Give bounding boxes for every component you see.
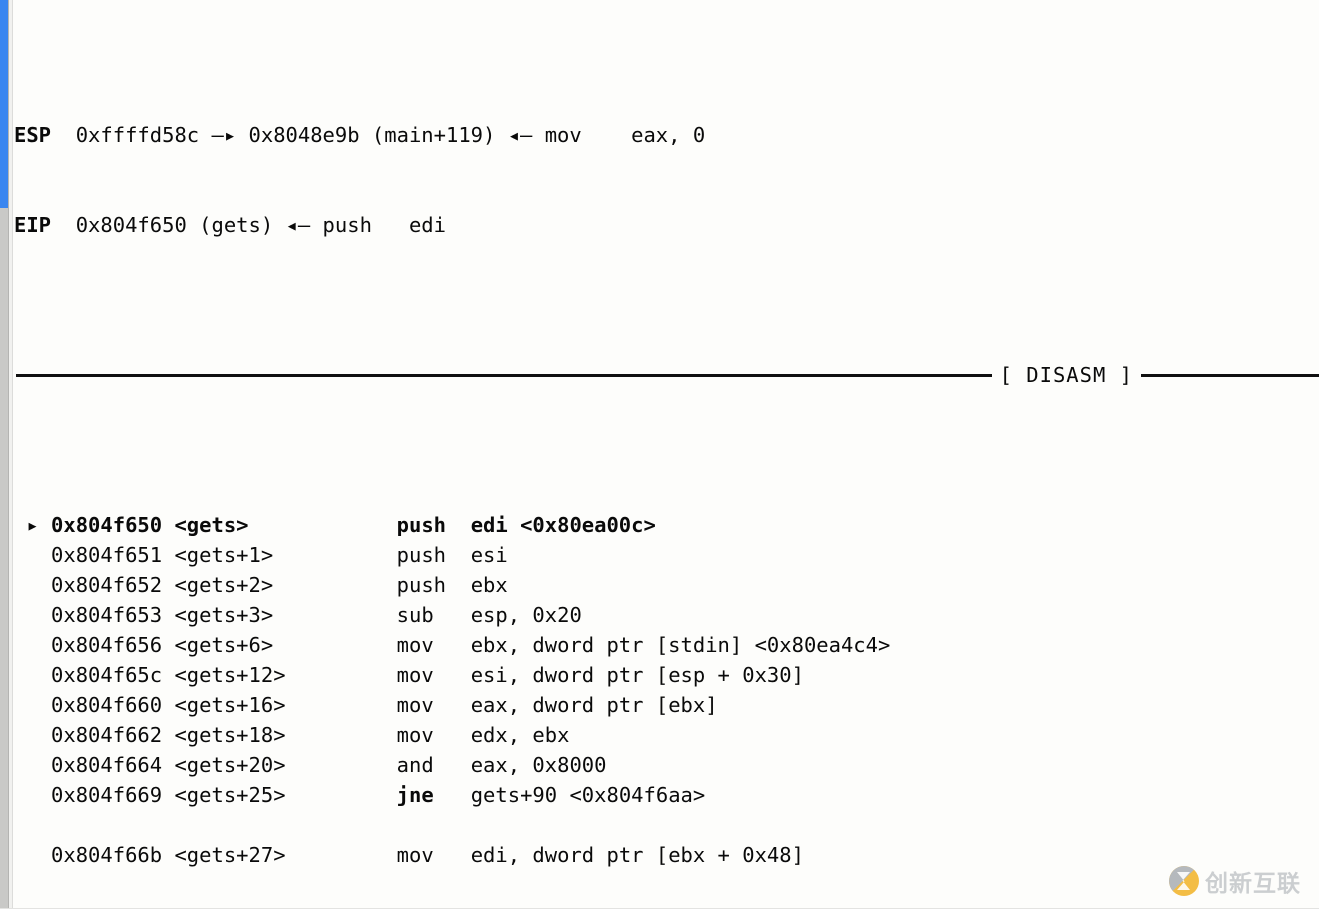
instruction-marker-spacer <box>26 663 38 687</box>
terminal-window: ESP 0xffffd58c —▸ 0x8048e9b (main+119) ◂… <box>0 0 1319 914</box>
instruction-address: 0x804f652 <box>51 573 163 597</box>
instruction-operands: esi, dword ptr [esp + 0x30] <box>470 663 804 687</box>
instruction-symbol: <gets+2> <box>174 573 274 597</box>
instruction-address: 0x804f65c <box>51 663 163 687</box>
instruction-operands: edi <0x80ea00c> <box>470 513 656 537</box>
instruction-symbol: <gets+25> <box>174 783 286 807</box>
instruction-operands: eax, 0x8000 <box>470 753 607 777</box>
instruction-marker-spacer <box>26 693 38 717</box>
instruction-mnemonic: push <box>396 543 447 567</box>
instruction-mnemonic: mov <box>396 633 434 657</box>
instruction-operands: ebx <box>470 573 508 597</box>
register-name-eip: EIP <box>14 213 52 237</box>
instruction-symbol: <gets+1> <box>174 543 274 567</box>
current-instruction-marker-icon: ▸ <box>26 513 39 537</box>
disassembly-row: 0x804f662 <gets+18> mov edx, ebx <box>14 720 1319 750</box>
register-row-eip: EIP 0x804f650 (gets) ◂— push edi <box>14 210 1319 240</box>
instruction-mnemonic: mov <box>396 663 434 687</box>
instruction-marker-spacer <box>26 783 38 807</box>
window-bottom-edge <box>0 908 1319 914</box>
instruction-operands: ebx, dword ptr [stdin] <0x80ea4c4> <box>470 633 891 657</box>
instruction-mnemonic: mov <box>396 723 434 747</box>
register-value-esp: 0xffffd58c —▸ 0x8048e9b (main+119) ◂— mo… <box>75 123 706 147</box>
instruction-mnemonic: and <box>396 753 434 777</box>
instruction-marker-spacer <box>26 543 38 567</box>
section-label-disasm: [ DISASM ] <box>991 360 1141 390</box>
scrollbar-thumb[interactable] <box>0 0 8 208</box>
disassembly-row: 0x804f66b <gets+27> mov edi, dword ptr [… <box>14 840 1319 870</box>
instruction-symbol: <gets+6> <box>174 633 274 657</box>
instruction-symbol: <gets+18> <box>174 723 286 747</box>
instruction-operands: eax, dword ptr [ebx] <box>470 693 718 717</box>
instruction-address: 0x804f669 <box>51 783 163 807</box>
disassembly-row: 0x804f660 <gets+16> mov eax, dword ptr [… <box>14 690 1319 720</box>
instruction-address: 0x804f662 <box>51 723 163 747</box>
instruction-address: 0x804f660 <box>51 693 163 717</box>
terminal-content: ESP 0xffffd58c —▸ 0x8048e9b (main+119) ◂… <box>14 0 1319 914</box>
instruction-mnemonic: jne <box>396 783 434 807</box>
instruction-operands: esi <box>470 543 508 567</box>
instruction-symbol: <gets+3> <box>174 603 274 627</box>
instruction-mnemonic: push <box>396 513 447 537</box>
watermark: 创新互联 <box>1169 864 1301 898</box>
instruction-operands: gets+90 <0x804f6aa> <box>470 783 706 807</box>
instruction-symbol: <gets+12> <box>174 663 286 687</box>
disassembly-blank-row <box>14 810 1319 840</box>
instruction-mnemonic: mov <box>396 693 434 717</box>
instruction-marker-spacer <box>26 753 38 777</box>
disassembly-row: 0x804f65c <gets+12> mov esi, dword ptr [… <box>14 660 1319 690</box>
instruction-symbol: <gets> <box>174 513 249 537</box>
instruction-symbol: <gets+16> <box>174 693 286 717</box>
section-separator-disasm: [ DISASM ] <box>14 360 1319 390</box>
vertical-scrollbar[interactable] <box>0 0 9 914</box>
disassembly-row: ▸ 0x804f650 <gets> push edi <0x80ea00c> <box>14 510 1319 540</box>
instruction-operands: edx, ebx <box>470 723 570 747</box>
disassembly-row: 0x804f669 <gets+25> jne gets+90 <0x804f6… <box>14 780 1319 810</box>
disassembly-row: 0x804f664 <gets+20> and eax, 0x8000 <box>14 750 1319 780</box>
pane-edge-divider <box>9 0 13 914</box>
disassembly-row: 0x804f652 <gets+2> push ebx <box>14 570 1319 600</box>
instruction-mnemonic: sub <box>396 603 434 627</box>
instruction-mnemonic: push <box>396 573 447 597</box>
disassembly-row: 0x804f653 <gets+3> sub esp, 0x20 <box>14 600 1319 630</box>
instruction-marker-spacer <box>26 573 38 597</box>
instruction-address: 0x804f664 <box>51 753 163 777</box>
instruction-marker-spacer <box>26 633 38 657</box>
instruction-symbol: <gets+27> <box>174 843 286 867</box>
register-name-esp: ESP <box>14 123 52 147</box>
instruction-address: 0x804f650 <box>51 513 163 537</box>
brand-logo-icon <box>1169 866 1199 896</box>
disassembly-row: 0x804f656 <gets+6> mov ebx, dword ptr [s… <box>14 630 1319 660</box>
instruction-marker-spacer <box>26 843 38 867</box>
instruction-address: 0x804f653 <box>51 603 163 627</box>
watermark-text: 创新互联 <box>1205 871 1301 897</box>
disassembly-listing: ▸ 0x804f650 <gets> push edi <0x80ea00c> … <box>14 510 1319 870</box>
instruction-operands: edi, dword ptr [ebx + 0x48] <box>470 843 804 867</box>
instruction-symbol: <gets+20> <box>174 753 286 777</box>
instruction-address: 0x804f651 <box>51 543 163 567</box>
disassembly-row: 0x804f651 <gets+1> push esi <box>14 540 1319 570</box>
register-row-esp: ESP 0xffffd58c —▸ 0x8048e9b (main+119) ◂… <box>14 120 1319 150</box>
instruction-mnemonic: mov <box>396 843 434 867</box>
instruction-address: 0x804f656 <box>51 633 163 657</box>
instruction-address: 0x804f66b <box>51 843 163 867</box>
instruction-marker-spacer <box>26 603 38 627</box>
instruction-marker-spacer <box>26 723 38 747</box>
register-value-eip: 0x804f650 (gets) ◂— push edi <box>75 213 446 237</box>
instruction-operands: esp, 0x20 <box>470 603 582 627</box>
